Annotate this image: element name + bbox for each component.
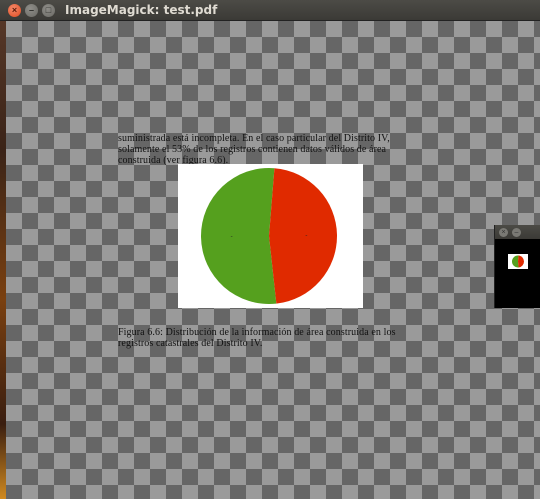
window-title: ImageMagick: test.pdf (65, 3, 218, 17)
preview-titlebar[interactable]: × – (495, 225, 540, 239)
pie-slice-label-1: - (305, 233, 307, 239)
preview-minimize-icon[interactable]: – (512, 227, 521, 237)
minimize-icon[interactable]: – (25, 3, 38, 17)
pie-chart: -- (201, 168, 338, 304)
pie-slice-0 (201, 168, 277, 304)
pie-slice-1 (269, 168, 338, 304)
pie-slice-0 (512, 255, 519, 268)
document-paragraph: suministrada está incompleta. En el caso… (118, 133, 390, 166)
window-titlebar[interactable]: × – □ ImageMagick: test.pdf (0, 0, 540, 21)
preview-window: × – (494, 225, 540, 308)
preview-pie-icon (512, 255, 524, 268)
figure-caption: Figura 6.6: Distribución de la informaci… (118, 327, 396, 349)
imagemagick-window: × – □ ImageMagick: test.pdf suministrada… (0, 0, 540, 499)
preview-thumbnail[interactable] (508, 254, 528, 269)
preview-close-icon[interactable]: × (499, 227, 508, 237)
pie-slice-label-0: - (231, 235, 233, 241)
pie-chart-figure: -- (178, 164, 363, 308)
maximize-icon[interactable]: □ (42, 3, 55, 17)
close-icon[interactable]: × (8, 3, 21, 17)
pie-slice-1 (518, 255, 524, 268)
